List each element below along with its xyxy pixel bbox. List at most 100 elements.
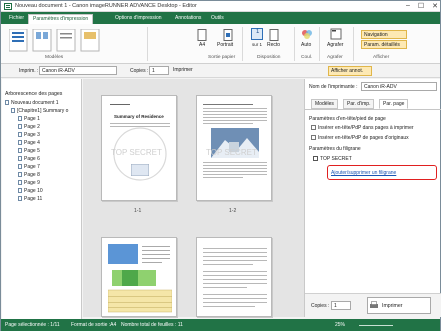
page-text-line — [203, 283, 267, 284]
tree-page[interactable]: Page 10 — [18, 188, 43, 194]
page-tree-panel: Arborescence des pages Nouveau document … — [2, 79, 82, 319]
tree-page[interactable]: Page 1 — [18, 116, 40, 122]
page-text-line — [203, 174, 267, 175]
add-remove-watermark-link[interactable]: Ajouter/supprimer un filigrane — [331, 170, 396, 176]
tab-modeles[interactable]: Modèles — [311, 99, 338, 109]
group-label-disposition: Disposition — [257, 55, 281, 60]
checkbox-box — [311, 125, 316, 130]
tree-chapter-label: [Chapitre1] Summary o — [17, 108, 69, 114]
tab-fichier[interactable]: Fichier — [5, 14, 28, 24]
page1-heading: Summary of Residence — [114, 114, 164, 119]
staple-icon[interactable] — [330, 28, 342, 40]
tree-page[interactable]: Page 4 — [18, 140, 40, 146]
header-footer-originals-checkbox[interactable]: Insérer en-tête/PdP de pages d'originaux — [311, 135, 409, 141]
paper-size-icon[interactable] — [197, 29, 207, 41]
tab-outils[interactable]: Outils — [207, 14, 228, 24]
tree-page-label: Page 1 — [24, 116, 40, 122]
group-label-modeles: Modèles — [45, 55, 64, 60]
tree-page-label: Page 8 — [24, 172, 40, 178]
page-icon — [18, 188, 22, 193]
page-icon — [18, 164, 22, 169]
tree-document[interactable]: Nouveau document 1 — [5, 100, 59, 106]
checkbox-label: Insérer en-tête/PdP de pages d'originaux — [318, 135, 409, 141]
page-icon — [18, 148, 22, 153]
color-mode-icon[interactable] — [301, 28, 313, 40]
quick-toolbar: Imprim. : Canon iR-ADV Copies : 1 Imprim… — [1, 64, 440, 78]
page-text-line — [203, 256, 267, 257]
show-annotations-button[interactable]: Afficher annot. — [328, 66, 372, 76]
ribbon-separator — [319, 27, 320, 61]
tree-document-label: Nouveau document 1 — [11, 100, 59, 106]
tree-page-label: Page 3 — [24, 132, 40, 138]
close-button[interactable]: ✕ — [432, 2, 438, 10]
print-toolbar-button[interactable]: Imprimer — [171, 66, 201, 75]
ribbon-separator — [242, 27, 243, 61]
color-mode-label: Auto — [301, 42, 312, 48]
preview-page-2[interactable]: TOP SECRET — [196, 95, 272, 201]
page-text-line — [203, 114, 267, 115]
portrait-icon[interactable] — [223, 29, 233, 41]
tab-par-page[interactable]: Par. page — [379, 99, 409, 109]
panel-printer-label: Nom de l'imprimante : — [309, 84, 358, 90]
tab-options-impression[interactable]: Options d'impression — [111, 14, 166, 24]
chapter-icon — [11, 108, 15, 113]
panel-printer-select[interactable]: Canon iR-ADV — [361, 82, 437, 91]
templates-gallery[interactable] — [9, 29, 101, 53]
page3-content — [108, 244, 172, 313]
checkbox-box — [311, 135, 316, 140]
recto-icon[interactable] — [269, 29, 279, 41]
watermark-item[interactable]: TOP SECRET — [313, 156, 352, 162]
tree-page[interactable]: Page 9 — [18, 180, 40, 186]
tree-page[interactable]: Page 7 — [18, 164, 40, 170]
tree-page[interactable]: Page 3 — [18, 132, 40, 138]
tab-parametres-impression[interactable]: Paramètres d'impression — [28, 14, 94, 24]
settings-panel: Nom de l'imprimante : Canon iR-ADV Modèl… — [304, 79, 441, 317]
minimize-button[interactable]: – — [406, 2, 410, 10]
panel-copies-input[interactable]: 1 — [331, 301, 351, 310]
page-text-line — [203, 104, 253, 105]
tree-page-label: Page 5 — [24, 148, 40, 154]
page-icon — [18, 124, 22, 129]
copies-label: Copies : — [130, 68, 149, 74]
page-text-line — [203, 123, 253, 124]
document-icon — [5, 100, 9, 105]
preview-page-4[interactable] — [196, 237, 272, 317]
group-label-afficher: Afficher — [373, 55, 390, 60]
ribbon: Modèles A4 Portrait Sortie papier 1 sur … — [1, 24, 440, 64]
tree-page-label: Page 6 — [24, 156, 40, 162]
page-preview-area: Summary of Residence TOP SECRET 1-1 TOP … — [83, 79, 304, 317]
printer-select[interactable]: Canon iR-ADV — [39, 66, 117, 75]
tab-annotations[interactable]: Annotations — [171, 14, 205, 24]
page-text-line — [203, 287, 247, 288]
page-label-1-2: 1-2 — [229, 208, 237, 214]
watermark-section: Paramètres du filigrane — [309, 146, 361, 152]
tree-page[interactable]: Page 5 — [18, 148, 40, 154]
tree-page[interactable]: Page 6 — [18, 156, 40, 162]
tree-page[interactable]: Page 11 — [18, 196, 42, 202]
zoom-slider[interactable] — [359, 325, 393, 326]
header-footer-section: Paramètres d'en-tête/pied de page — [309, 116, 386, 122]
tree-page-label: Page 10 — [24, 188, 43, 194]
paper-size-label: A4 — [199, 42, 206, 48]
status-total-sheets: Nombre total de feuilles : 11 — [121, 322, 183, 328]
tree-chapter[interactable]: [Chapitre1] Summary o — [11, 108, 68, 114]
preview-page-1[interactable]: Summary of Residence TOP SECRET — [101, 95, 177, 201]
tree-page[interactable]: Page 8 — [18, 172, 40, 178]
tab-par-imp[interactable]: Par. d'imp. — [343, 99, 375, 109]
header-footer-printed-checkbox[interactable]: Insérer en-tête/PdP dans pages à imprime… — [311, 125, 414, 131]
detailed-settings-toggle[interactable]: Param. détaillés — [361, 40, 407, 49]
navigation-label: Navigation — [364, 32, 388, 38]
printer-select-value: Canon iR-ADV — [42, 68, 75, 74]
navigation-toggle[interactable]: Navigation — [361, 30, 407, 39]
page-icon — [18, 156, 22, 161]
ribbon-separator — [147, 27, 148, 61]
page-text-line — [203, 298, 267, 299]
window-title: Nouveau document 1 - Canon imageRUNNER A… — [15, 3, 197, 9]
page-logo — [131, 164, 149, 176]
tree-page[interactable]: Page 2 — [18, 124, 40, 130]
page-text-line — [203, 294, 267, 295]
preview-page-3[interactable] — [101, 237, 177, 317]
print-toolbar-label: Imprimer — [173, 67, 193, 73]
maximize-button[interactable]: ☐ — [418, 2, 424, 10]
copies-input[interactable]: 1 — [149, 66, 169, 75]
